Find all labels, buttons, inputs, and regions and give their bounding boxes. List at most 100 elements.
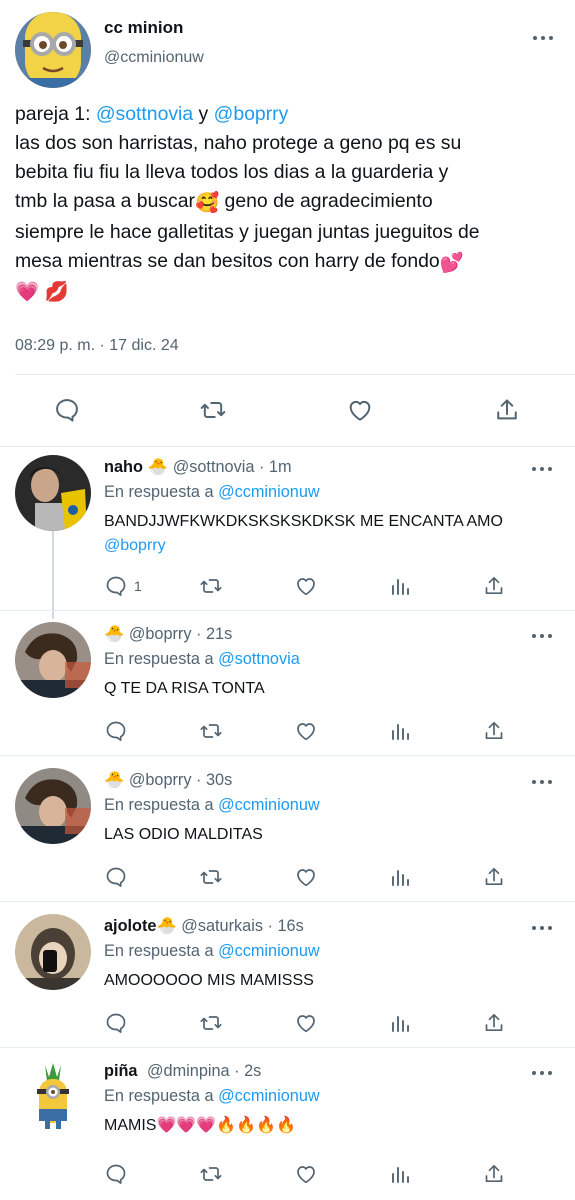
more-options-icon[interactable] (532, 465, 552, 473)
mention-link[interactable]: @boprry (214, 103, 289, 125)
divider (0, 901, 575, 902)
reply-time[interactable]: · 16s (268, 917, 304, 935)
reply-time[interactable]: · 21s (196, 625, 232, 643)
reply-icon (106, 576, 126, 596)
more-options-icon[interactable] (533, 34, 553, 42)
in-reply-mention[interactable]: @ccminionuw (218, 1087, 320, 1105)
reply-avatar[interactable] (15, 622, 91, 698)
tweet-line: 💗 💋 (15, 281, 69, 303)
author-avatar[interactable] (15, 12, 91, 88)
reply-button[interactable] (104, 862, 128, 892)
like-button[interactable] (344, 392, 376, 428)
share-button[interactable] (482, 1008, 506, 1038)
reply-avatar[interactable] (15, 455, 91, 531)
analytics-button[interactable] (388, 862, 412, 892)
in-reply-mention[interactable]: @ccminionuw (218, 483, 320, 501)
reply-time[interactable]: · 2s (234, 1062, 261, 1080)
reply-avatar[interactable] (15, 768, 91, 844)
reply-text-line: AMOOOOOO MIS MAMISSS (104, 972, 314, 989)
retweet-button[interactable] (198, 1008, 224, 1038)
like-icon (297, 869, 315, 887)
reply-author-handle[interactable]: @boprry (129, 771, 192, 789)
reply-button[interactable] (104, 1008, 128, 1038)
reply-author-handle[interactable]: @dminpina (147, 1062, 230, 1080)
share-button[interactable] (491, 392, 523, 428)
like-button[interactable] (293, 571, 319, 601)
reply-button[interactable] (104, 1159, 128, 1189)
share-button[interactable] (482, 716, 506, 746)
retweet-button[interactable] (198, 716, 224, 746)
user-avatar-image (15, 768, 91, 844)
analytics-icon (392, 1016, 409, 1032)
mention-link[interactable]: @boprry (104, 534, 554, 558)
retweet-icon (200, 1016, 222, 1030)
divider (15, 374, 575, 375)
reply-author-handle[interactable]: @sottnovia (173, 458, 255, 476)
reply-author-name[interactable]: ajolote (104, 917, 156, 935)
reply-actions (104, 1008, 514, 1038)
tweet-text: pareja 1: @sottnovia y @boprry las dos s… (15, 100, 570, 307)
analytics-button[interactable] (388, 1008, 412, 1038)
like-button[interactable] (293, 716, 319, 746)
share-button[interactable] (482, 571, 506, 601)
share-button[interactable] (482, 1159, 506, 1189)
in-reply-label: En respuesta a (104, 796, 214, 814)
reply-time[interactable]: · 30s (196, 771, 232, 789)
tweet-text-segment: y (193, 103, 214, 125)
reply-text: AMOOOOOO MIS MAMISSS (104, 969, 554, 993)
reply-actions (104, 716, 514, 746)
like-button[interactable] (293, 1008, 319, 1038)
reply-text-line: LAS ODIO MALDITAS (104, 826, 263, 843)
retweet-button[interactable] (198, 571, 224, 601)
reply-tweet: 🐣 @boprry · 30s En respuesta a @ccminion… (0, 768, 575, 898)
reply-author-handle[interactable]: @boprry (129, 625, 192, 643)
tweet-line: mesa mientras se dan besitos con harry d… (15, 247, 570, 278)
analytics-icon (392, 579, 409, 595)
analytics-icon (392, 724, 409, 740)
retweet-icon (200, 402, 226, 418)
reply-author-name[interactable]: naho (104, 458, 143, 476)
share-icon (485, 721, 503, 740)
reply-author-handle[interactable]: @saturkais (181, 917, 263, 935)
reply-avatar[interactable] (15, 1059, 91, 1135)
reply-button[interactable]: 1 (104, 571, 142, 601)
more-options-icon[interactable] (532, 924, 552, 932)
in-reply-mention[interactable]: @ccminionuw (218, 942, 320, 960)
tweet-line: bebita fiu fiu la lleva todos los dias a… (15, 161, 449, 183)
share-icon (497, 399, 517, 420)
reply-avatar[interactable] (15, 914, 91, 990)
divider (0, 1047, 575, 1048)
tweet-line: las dos son harristas, naho protege a ge… (15, 132, 462, 154)
like-button[interactable] (293, 1159, 319, 1189)
reply-time[interactable]: · 1m (259, 458, 292, 476)
tweet-actions (0, 392, 575, 428)
in-reply-label: En respuesta a (104, 942, 214, 960)
share-icon (485, 1013, 503, 1032)
reply-button[interactable] (104, 716, 128, 746)
more-options-icon[interactable] (532, 1069, 552, 1077)
retweet-button[interactable] (197, 392, 229, 428)
tweet-text-segment: pareja 1: (15, 103, 96, 125)
reply-button[interactable] (51, 392, 83, 428)
retweet-button[interactable] (198, 862, 224, 892)
reply-tweet: naho 🐣 @sottnovia · 1m En respuesta a @cc… (0, 455, 575, 605)
mention-link[interactable]: @sottnovia (96, 103, 193, 125)
retweet-button[interactable] (198, 1159, 224, 1189)
tweet-text-segment: mesa mientras se dan besitos con harry d… (15, 250, 440, 272)
analytics-button[interactable] (388, 716, 412, 746)
like-button[interactable] (293, 862, 319, 892)
more-options-icon[interactable] (532, 632, 552, 640)
share-button[interactable] (482, 862, 506, 892)
in-reply-mention[interactable]: @sottnovia (218, 650, 300, 668)
author-handle[interactable]: @ccminionuw (104, 48, 204, 68)
reply-tweet: piña @dminpina · 2s En respuesta a @ccmi… (0, 1059, 575, 1199)
author-name[interactable]: cc minion (104, 18, 183, 38)
more-options-icon[interactable] (532, 778, 552, 786)
in-reply-to: En respuesta a @ccminionuw (104, 1085, 320, 1107)
analytics-button[interactable] (388, 571, 412, 601)
in-reply-mention[interactable]: @ccminionuw (218, 796, 320, 814)
reply-author-name[interactable]: piña (104, 1062, 137, 1080)
tweet-timestamp[interactable]: 08:29 p. m. · 17 dic. 24 (15, 336, 179, 356)
analytics-button[interactable] (388, 1159, 412, 1189)
chick-badge-icon: 🐣 (104, 625, 125, 643)
